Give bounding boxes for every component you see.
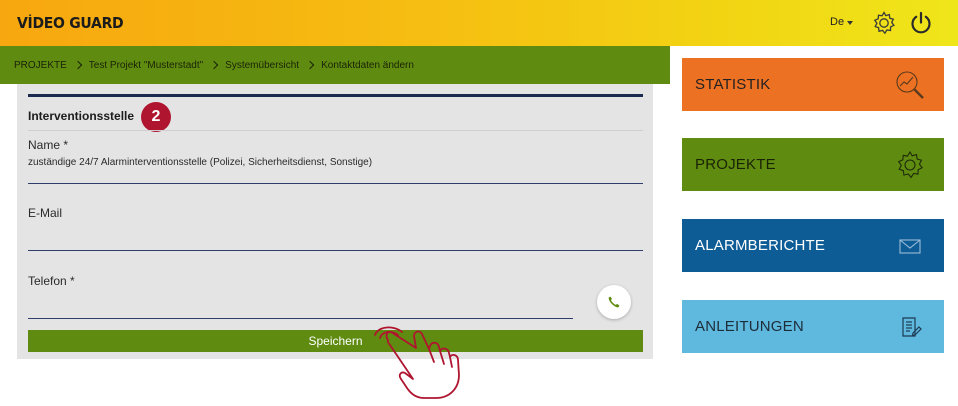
language-selector[interactable]: De: [830, 16, 854, 28]
hand-pointer-icon: [374, 326, 460, 399]
section-title: Interventionsstelle: [28, 109, 135, 123]
contact-form-panel: Interventionsstelle 2 Name * E-Mail Tele…: [17, 84, 653, 359]
email-field-underline: [28, 250, 643, 251]
call-button[interactable]: [597, 285, 631, 319]
language-label: De: [830, 16, 845, 28]
section-divider: [28, 94, 643, 97]
phone-field[interactable]: [28, 294, 568, 305]
document-icon: [902, 317, 922, 337]
app-logo[interactable]: VİDEO GUARD: [17, 16, 124, 33]
step-badge: 2: [141, 102, 171, 132]
envelope-icon: [899, 239, 921, 254]
chevron-down-icon: [847, 20, 854, 25]
breadcrumb-item-project[interactable]: Test Projekt "Musterstadt": [89, 60, 203, 71]
gear-icon: [897, 150, 923, 179]
tile-label: PROJEKTE: [695, 156, 776, 173]
title-divider: [28, 130, 643, 131]
name-field-underline: [28, 183, 643, 184]
name-field[interactable]: [28, 157, 628, 168]
chevron-right-icon: [73, 60, 83, 70]
breadcrumb-item-systemuebersicht[interactable]: Systemübersicht: [225, 60, 299, 71]
breadcrumb: PROJEKTE Test Projekt "Musterstadt" Syst…: [0, 46, 670, 84]
name-field-label: Name *: [28, 138, 69, 152]
email-field[interactable]: [28, 226, 628, 237]
tile-alarmberichte[interactable]: ALARMBERICHTE: [682, 219, 944, 272]
chevron-right-icon: [209, 60, 219, 70]
power-icon[interactable]: [908, 10, 934, 36]
tile-label: ANLEITUNGEN: [695, 318, 804, 335]
phone-field-label: Telefon *: [28, 274, 75, 288]
phone-icon: [608, 296, 620, 308]
tile-anleitungen[interactable]: ANLEITUNGEN: [682, 300, 944, 353]
chevron-right-icon: [305, 60, 315, 70]
tile-label: STATISTIK: [695, 76, 771, 93]
phone-field-underline: [28, 318, 573, 319]
save-button[interactable]: Speichern: [28, 330, 643, 352]
breadcrumb-item-current: Kontaktdaten ändern: [321, 59, 414, 71]
tile-label: ALARMBERICHTE: [695, 237, 826, 254]
top-header: VİDEO GUARD De: [0, 0, 958, 46]
gear-icon[interactable]: [871, 10, 897, 36]
magnifier-chart-icon: [896, 71, 924, 99]
tile-projekte[interactable]: PROJEKTE: [682, 138, 944, 191]
email-field-label: E-Mail: [28, 206, 63, 220]
tile-statistik[interactable]: STATISTIK: [682, 58, 944, 111]
breadcrumb-item-projekte[interactable]: PROJEKTE: [14, 60, 67, 71]
